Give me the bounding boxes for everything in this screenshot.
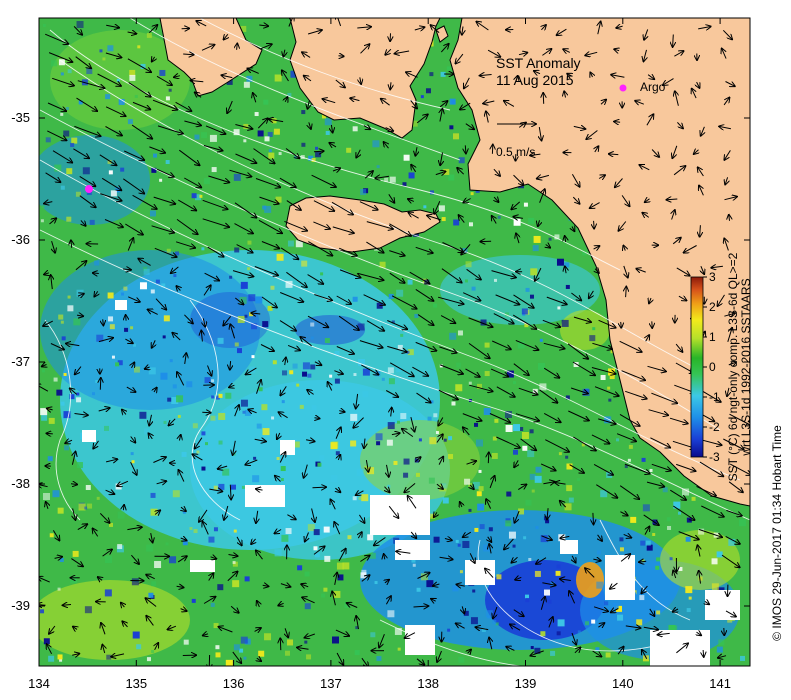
- y-tick-label: -36: [11, 232, 30, 247]
- colorbar-tick-label: -2: [709, 420, 720, 434]
- x-tick-label: 139: [515, 676, 537, 691]
- x-tick-label: 134: [28, 676, 50, 691]
- argo-float-marker: [85, 185, 93, 193]
- credit-text: © IMOS 29-Jun-2017 01:34 Hobart Time: [770, 425, 784, 641]
- argo-legend-marker: [619, 84, 627, 92]
- x-tick-label: 138: [417, 676, 439, 691]
- map-title: SST Anomaly: [496, 55, 581, 71]
- argo-legend-label: Argo: [640, 80, 666, 94]
- colorbar-tick-label: 0: [709, 360, 716, 374]
- map-date: 11 Aug 2015: [496, 72, 574, 88]
- y-tick-label: -37: [11, 354, 30, 369]
- velocity-scale-label: 0.5 m/s: [496, 145, 535, 159]
- colorbar-label-line1: SST (°C) 6d ngt-only comp. L3S-6d QL>=2: [726, 252, 740, 481]
- colorbar-tick-label: 1: [709, 330, 716, 344]
- y-tick-label: -38: [11, 476, 30, 491]
- colorbar-tick-label: -1: [709, 390, 720, 404]
- colorbar-gradient: [690, 276, 704, 458]
- x-tick-label: 136: [223, 676, 245, 691]
- colorbar-tick-label: 2: [709, 300, 716, 314]
- sst-anomaly-map: 134 135 136 137 138 139 140 141 -35 -36 -37 -38 -39…: [11, 17, 784, 691]
- x-tick-label: 137: [320, 676, 342, 691]
- map-plot-area: [39, 18, 750, 666]
- colorbar-tick-label: -3: [709, 450, 720, 464]
- x-tick-label: 140: [612, 676, 634, 691]
- x-tick-label: 135: [125, 676, 147, 691]
- y-tick-label: -35: [11, 110, 30, 125]
- colorbar-tick-label: 3: [709, 270, 716, 284]
- x-tick-label: 141: [709, 676, 731, 691]
- colorbar-label-line2: wrt L3S-1d 1992-2016 SSTAARS: [739, 278, 753, 456]
- y-tick-label: -39: [11, 598, 30, 613]
